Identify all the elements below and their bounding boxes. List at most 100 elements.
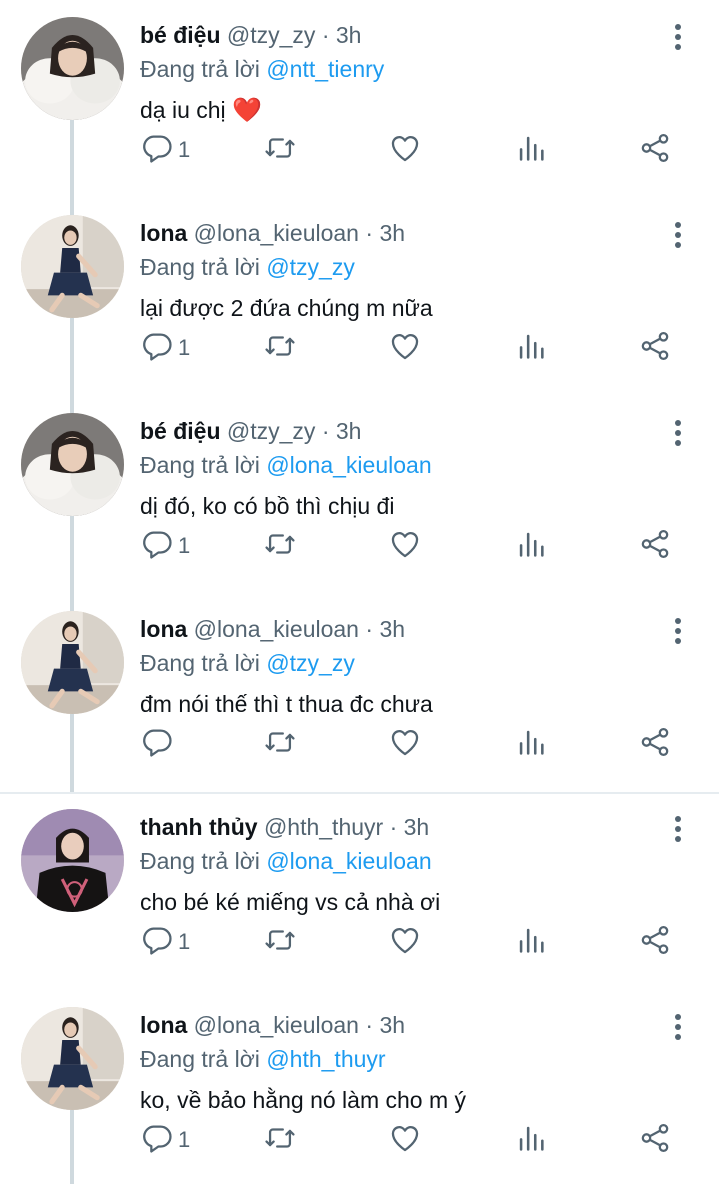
like-button[interactable]: [388, 526, 422, 566]
timestamp[interactable]: 3h: [379, 1012, 405, 1038]
display-name[interactable]: lona: [140, 220, 187, 246]
username[interactable]: @tzy_zy: [227, 22, 316, 48]
share-icon: [638, 329, 672, 368]
avatar[interactable]: [21, 809, 124, 912]
stats-button[interactable]: [514, 526, 548, 566]
retweet-icon: [263, 131, 297, 170]
reply-button[interactable]: 1: [140, 1120, 190, 1160]
avatar[interactable]: [21, 17, 124, 120]
more-vertical-icon[interactable]: [664, 218, 692, 252]
more-vertical-icon[interactable]: [664, 416, 692, 450]
more-vertical-icon[interactable]: [664, 614, 692, 648]
tweet-text-content: dị đó, ko có bồ thì chịu đi: [140, 493, 395, 519]
retweet-button[interactable]: [263, 724, 297, 764]
reply-mention-link[interactable]: @tzy_zy: [266, 254, 355, 280]
share-button[interactable]: [638, 1120, 672, 1160]
stats-button[interactable]: [514, 328, 548, 368]
display-name[interactable]: lona: [140, 1012, 187, 1038]
replying-to-label: Đang trả lời: [140, 254, 260, 280]
share-icon: [638, 725, 672, 764]
timestamp[interactable]: 3h: [379, 616, 405, 642]
more-vertical-icon[interactable]: [664, 20, 692, 54]
username[interactable]: @lona_kieuloan: [194, 1012, 359, 1038]
tweet[interactable]: lona @lona_kieuloan · 3h Đang trả lời @t…: [0, 198, 719, 396]
heart-icon: [388, 725, 422, 764]
avatar[interactable]: [21, 611, 124, 714]
reply-mention-link[interactable]: @lona_kieuloan: [266, 452, 431, 478]
replying-to-label: Đang trả lời: [140, 650, 260, 676]
share-button[interactable]: [638, 328, 672, 368]
retweet-button[interactable]: [263, 526, 297, 566]
like-button[interactable]: [388, 130, 422, 170]
timestamp[interactable]: 3h: [404, 814, 430, 840]
share-button[interactable]: [638, 922, 672, 962]
display-name[interactable]: bé điệu: [140, 418, 221, 444]
reply-button[interactable]: 1: [140, 526, 190, 566]
display-name[interactable]: thanh thủy: [140, 814, 258, 840]
like-button[interactable]: [388, 328, 422, 368]
avatar[interactable]: [21, 215, 124, 318]
retweet-button[interactable]: [263, 922, 297, 962]
reply-icon: [140, 923, 174, 962]
stats-button[interactable]: [514, 130, 548, 170]
heart-icon: [388, 1121, 422, 1160]
username[interactable]: @tzy_zy: [227, 418, 316, 444]
retweet-button[interactable]: [263, 130, 297, 170]
heart-icon: [388, 131, 422, 170]
stats-icon: [514, 1121, 548, 1160]
tweet-header: thanh thủy @hth_thuyr · 3h: [140, 812, 429, 842]
reply-mention-link[interactable]: @ntt_tienry: [266, 56, 384, 82]
tweet[interactable]: lona @lona_kieuloan · 3h Đang trả lời @t…: [0, 594, 719, 792]
reply-button[interactable]: 1: [140, 130, 190, 170]
share-button[interactable]: [638, 526, 672, 566]
timestamp[interactable]: 3h: [379, 220, 405, 246]
like-button[interactable]: [388, 1120, 422, 1160]
tweet[interactable]: bé điệu @tzy_zy · 3h Đang trả lời @lona_…: [0, 396, 719, 594]
like-button[interactable]: [388, 922, 422, 962]
tweet-text-content: cho bé ké miếng vs cả nhà ơi: [140, 889, 441, 915]
more-vertical-icon[interactable]: [664, 1010, 692, 1044]
display-name[interactable]: bé điệu: [140, 22, 221, 48]
like-button[interactable]: [388, 724, 422, 764]
tweet[interactable]: thanh thủy @hth_thuyr · 3h Đang trả lời …: [0, 792, 719, 990]
reply-button[interactable]: 1: [140, 922, 190, 962]
replying-to: Đang trả lời @lona_kieuloan: [140, 450, 432, 480]
stats-button[interactable]: [514, 1120, 548, 1160]
reply-mention-link[interactable]: @lona_kieuloan: [266, 848, 431, 874]
tweet-header: lona @lona_kieuloan · 3h: [140, 614, 405, 644]
stats-button[interactable]: [514, 922, 548, 962]
replying-to: Đang trả lời @ntt_tienry: [140, 54, 384, 84]
reply-icon: [140, 1121, 174, 1160]
share-button[interactable]: [638, 130, 672, 170]
tweet[interactable]: bé điệu @tzy_zy · 3h Đang trả lời @ntt_t…: [0, 0, 719, 198]
reply-count: 1: [178, 335, 191, 360]
username[interactable]: @hth_thuyr: [264, 814, 383, 840]
reply-button[interactable]: 1: [140, 328, 190, 368]
tweet[interactable]: lona @lona_kieuloan · 3h Đang trả lời @h…: [0, 990, 719, 1184]
username[interactable]: @lona_kieuloan: [194, 616, 359, 642]
tweet-text: dạ iu chị ❤️: [140, 94, 262, 127]
share-icon: [638, 1121, 672, 1160]
share-button[interactable]: [638, 724, 672, 764]
separator-dot: ·: [365, 616, 374, 642]
tweet-header: lona @lona_kieuloan · 3h: [140, 1010, 405, 1040]
share-icon: [638, 923, 672, 962]
avatar[interactable]: [21, 1007, 124, 1110]
reply-mention-link[interactable]: @hth_thuyr: [266, 1046, 385, 1072]
display-name[interactable]: lona: [140, 616, 187, 642]
reply-button[interactable]: [140, 724, 178, 764]
username[interactable]: @lona_kieuloan: [194, 220, 359, 246]
more-vertical-icon[interactable]: [664, 812, 692, 846]
tweet-text: lại được 2 đứa chúng m nữa: [140, 292, 433, 325]
retweet-button[interactable]: [263, 328, 297, 368]
reply-mention-link[interactable]: @tzy_zy: [266, 650, 355, 676]
retweet-button[interactable]: [263, 1120, 297, 1160]
separator-dot: ·: [321, 418, 330, 444]
heart-icon: [388, 329, 422, 368]
separator-dot: ·: [365, 1012, 374, 1038]
tweet-text-content: ko, về bảo hằng nó làm cho m ý: [140, 1087, 467, 1113]
stats-button[interactable]: [514, 724, 548, 764]
avatar[interactable]: [21, 413, 124, 516]
timestamp[interactable]: 3h: [336, 22, 362, 48]
timestamp[interactable]: 3h: [336, 418, 362, 444]
